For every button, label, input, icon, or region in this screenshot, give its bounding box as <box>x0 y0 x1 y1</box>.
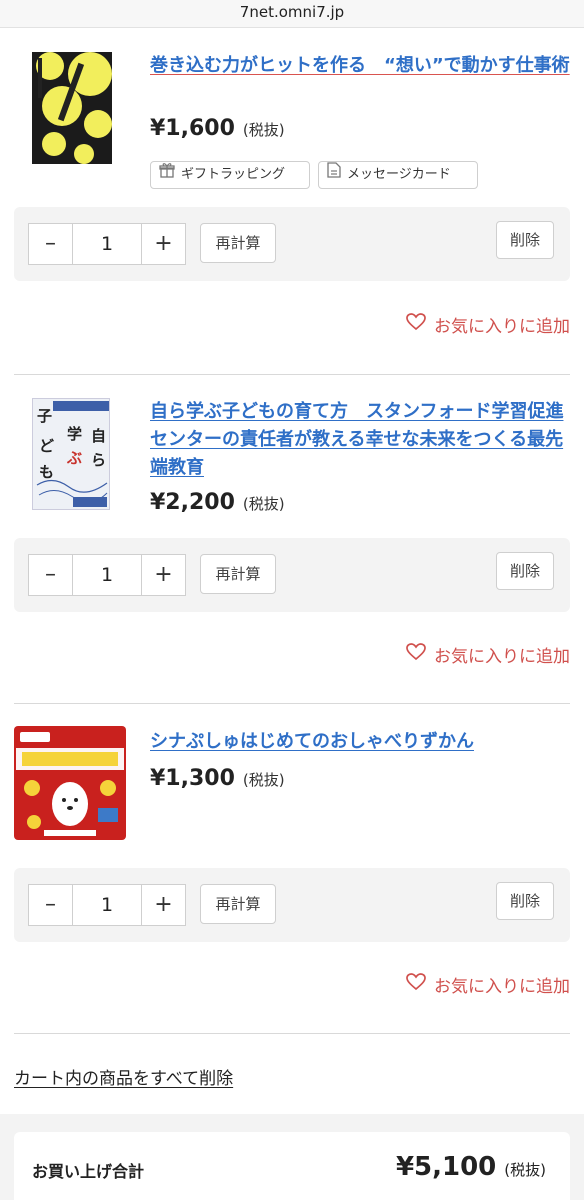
add-to-favorites-link[interactable]: お気に入りに追加 <box>406 972 570 997</box>
delete-item-button[interactable]: 削除 <box>496 221 554 259</box>
price-value: ¥1,300 <box>150 766 235 791</box>
svg-text:ど: ど <box>39 437 54 455</box>
item-price: ¥1,600 (税抜) <box>150 116 285 141</box>
book-cover-1[interactable] <box>32 52 112 164</box>
delete-item-button[interactable]: 削除 <box>496 882 554 920</box>
quantity-panel: – 1 + 再計算 削除 <box>14 868 570 942</box>
item-title-link[interactable]: 自ら学ぶ子どもの育て方 スタンフォード学習促進センターの責任者が教える幸せな未来… <box>150 398 570 482</box>
svg-text:子: 子 <box>37 407 52 425</box>
decrease-quantity-button[interactable]: – <box>29 555 72 595</box>
recalculate-button[interactable]: 再計算 <box>200 884 276 924</box>
recalculate-button[interactable]: 再計算 <box>200 223 276 263</box>
quantity-stepper: – 1 + <box>28 884 186 926</box>
increase-quantity-button[interactable]: + <box>142 555 185 595</box>
url-text: 7net.omni7.jp <box>239 3 345 21</box>
tax-note: (税抜) <box>242 121 285 139</box>
browser-url-bar[interactable]: 7net.omni7.jp <box>0 0 584 28</box>
total-value: ¥5,100 <box>395 1152 497 1182</box>
heart-icon <box>406 643 426 666</box>
price-value: ¥1,600 <box>150 116 235 141</box>
quantity-panel: – 1 + 再計算 削除 <box>14 207 570 281</box>
quantity-stepper: – 1 + <box>28 554 186 596</box>
quantity-input[interactable]: 1 <box>72 555 142 595</box>
add-to-favorites-link[interactable]: お気に入りに追加 <box>406 642 570 667</box>
message-card-button[interactable]: メッセージカード <box>318 161 478 189</box>
book-cover-2[interactable]: 子 学 自 ど ぶ ら も <box>32 398 110 510</box>
favorite-label: お気に入りに追加 <box>434 647 570 667</box>
svg-text:ぶ: ぶ <box>66 449 82 467</box>
item-price: ¥2,200 (税抜) <box>150 490 285 515</box>
decrease-quantity-button[interactable]: – <box>29 885 72 925</box>
recalculate-button[interactable]: 再計算 <box>200 554 276 594</box>
item-price: ¥1,300 (税抜) <box>150 766 285 791</box>
svg-text:学: 学 <box>67 425 82 443</box>
gift-wrapping-button[interactable]: ギフトラッピング <box>150 161 310 189</box>
order-summary-card: お買い上げ合計 ¥5,100 (税抜) <box>14 1132 570 1200</box>
total-label: お買い上げ合計 <box>32 1162 145 1181</box>
item-title-link[interactable]: シナぷしゅはじめてのおしゃべりずかん <box>150 728 570 756</box>
tax-note: (税抜) <box>242 495 285 513</box>
price-value: ¥2,200 <box>150 490 235 515</box>
tax-note: (税抜) <box>504 1161 546 1179</box>
svg-text:ら: ら <box>91 451 106 469</box>
gift-icon <box>159 162 175 188</box>
heart-icon <box>406 973 426 996</box>
gift-wrapping-label: ギフトラッピング <box>181 167 286 182</box>
document-icon <box>327 162 341 188</box>
quantity-panel: – 1 + 再計算 削除 <box>14 538 570 612</box>
increase-quantity-button[interactable]: + <box>142 885 185 925</box>
item-divider <box>14 1033 570 1034</box>
book-cover-3[interactable] <box>14 726 126 840</box>
svg-text:自: 自 <box>91 427 106 445</box>
total-amount: ¥5,100 (税抜) <box>396 1152 546 1182</box>
item-divider <box>14 703 570 704</box>
heart-icon <box>406 313 426 336</box>
quantity-input[interactable]: 1 <box>72 885 142 925</box>
item-title-link[interactable]: 巻き込む力がヒットを作る “想い”で動かす仕事術 <box>150 52 570 80</box>
increase-quantity-button[interactable]: + <box>142 224 185 264</box>
decrease-quantity-button[interactable]: – <box>29 224 72 264</box>
item-divider <box>14 374 570 375</box>
message-card-label: メッセージカード <box>347 167 451 182</box>
tax-note: (税抜) <box>242 771 285 789</box>
delete-all-items-link[interactable]: カート内の商品をすべて削除 <box>14 1064 233 1089</box>
svg-text:も: も <box>39 463 54 481</box>
quantity-input[interactable]: 1 <box>72 224 142 264</box>
add-to-favorites-link[interactable]: お気に入りに追加 <box>406 312 570 337</box>
quantity-stepper: – 1 + <box>28 223 186 265</box>
delete-item-button[interactable]: 削除 <box>496 552 554 590</box>
favorite-label: お気に入りに追加 <box>434 317 570 337</box>
favorite-label: お気に入りに追加 <box>434 977 570 997</box>
